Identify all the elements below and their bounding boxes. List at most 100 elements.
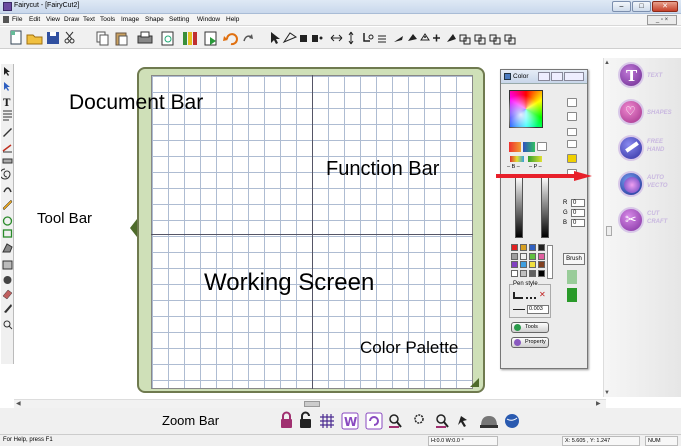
- zoom-in-icon[interactable]: [389, 414, 402, 428]
- pencil-icon[interactable]: [2, 199, 13, 211]
- node-select-icon[interactable]: [4, 82, 10, 91]
- mdi-controls[interactable]: _ ▫ ×: [647, 15, 677, 25]
- line-style-icon[interactable]: [378, 35, 386, 43]
- select-icon[interactable]: [4, 67, 10, 76]
- menu-setting[interactable]: Setting: [169, 16, 189, 23]
- unlock-icon[interactable]: [300, 411, 311, 429]
- function-bar-collapse-handle[interactable]: [606, 226, 612, 236]
- ellipse-icon[interactable]: [2, 216, 13, 226]
- cut-machine-icon[interactable]: [480, 416, 498, 428]
- color-swatch[interactable]: [520, 244, 527, 251]
- pen-tool-icon[interactable]: [3, 128, 12, 137]
- node-icon[interactable]: [312, 35, 323, 42]
- palette-maximize-button[interactable]: [551, 72, 563, 81]
- menu-tools[interactable]: Tools: [100, 16, 115, 23]
- line-tool-icon[interactable]: [2, 144, 12, 153]
- export-icon[interactable]: [204, 31, 217, 46]
- horizontal-scrollbar[interactable]: ◀ ▶: [14, 399, 606, 408]
- brush-button[interactable]: Brush: [563, 253, 585, 265]
- pen-icon[interactable]: [394, 36, 403, 42]
- print-icon[interactable]: [137, 31, 153, 44]
- swap-colors-button[interactable]: [537, 142, 547, 151]
- print-preview-icon[interactable]: [161, 31, 174, 46]
- menu-image[interactable]: Image: [121, 16, 139, 23]
- autovector-function-label[interactable]: AUTO VECTO: [647, 174, 677, 190]
- color-swatch[interactable]: [529, 244, 536, 251]
- distort-icon[interactable]: [363, 33, 374, 42]
- save-icon[interactable]: [47, 32, 59, 44]
- menu-shape[interactable]: Shape: [145, 16, 164, 23]
- color-swatch[interactable]: [529, 252, 536, 260]
- resize-corner-icon[interactable]: [470, 378, 479, 387]
- menu-edit[interactable]: Edit: [29, 16, 40, 23]
- cutcraft-function-label[interactable]: CUT CRAFT: [647, 210, 677, 226]
- zoom-fit-icon[interactable]: [414, 414, 424, 424]
- eraser-icon[interactable]: [2, 289, 13, 300]
- arrow-down-icon[interactable]: [567, 288, 577, 302]
- color-swatch[interactable]: [529, 269, 536, 277]
- swatch-scrollbar[interactable]: [547, 245, 553, 279]
- arrow-up-icon[interactable]: [567, 270, 577, 284]
- copy-icon[interactable]: [96, 31, 109, 46]
- color-swatch[interactable]: [529, 261, 536, 268]
- hook-icon[interactable]: [3, 187, 12, 193]
- collapse-arrow-icon[interactable]: [130, 219, 137, 237]
- close-button[interactable]: ✕: [652, 1, 678, 12]
- doc-menu-icon[interactable]: [3, 16, 9, 23]
- select-arrow-icon[interactable]: [271, 32, 280, 44]
- palette-tool-2-icon[interactable]: [567, 140, 577, 148]
- weld-w-icon[interactable]: W: [341, 412, 359, 430]
- redo-icon[interactable]: [243, 34, 253, 42]
- gradient-strip-1[interactable]: [510, 156, 524, 162]
- refresh-icon[interactable]: [365, 412, 383, 430]
- node-edit-icon[interactable]: [282, 32, 298, 44]
- no-line-icon[interactable]: ✕: [539, 290, 546, 299]
- freehand-function-label[interactable]: FREE HAND: [647, 138, 677, 154]
- color-swatch[interactable]: [538, 261, 545, 268]
- combine-icon[interactable]: [489, 34, 501, 45]
- grid-icon[interactable]: [320, 414, 334, 428]
- break-apart-icon[interactable]: [504, 34, 516, 45]
- color-swatch[interactable]: [538, 252, 545, 260]
- spiral-icon[interactable]: [1, 168, 11, 180]
- palette-title-bar[interactable]: Color: [501, 70, 587, 84]
- shapes-function-icon[interactable]: ♡: [618, 99, 644, 125]
- gradient-strip-2[interactable]: [528, 156, 542, 162]
- color-swatch[interactable]: [511, 269, 518, 277]
- image-icon[interactable]: [2, 260, 13, 270]
- measure-icon[interactable]: [2, 158, 13, 164]
- menu-view[interactable]: View: [46, 16, 60, 23]
- stroke-color-swatch[interactable]: [509, 142, 521, 152]
- library-icon[interactable]: [183, 32, 197, 45]
- knife-icon[interactable]: [4, 304, 12, 313]
- pen-width-field[interactable]: 0.003: [527, 305, 549, 314]
- palette-tool-1-icon[interactable]: [567, 128, 577, 136]
- weld-icon[interactable]: [3, 276, 12, 284]
- menu-draw[interactable]: Draw: [64, 16, 79, 23]
- palette-tool-3-icon[interactable]: [567, 154, 577, 163]
- text-tool-icon[interactable]: T: [3, 98, 11, 109]
- vertical-text-icon[interactable]: [3, 110, 12, 121]
- saturation-slider[interactable]: [541, 176, 549, 238]
- pan-icon[interactable]: [458, 416, 467, 427]
- menu-window[interactable]: Window: [197, 16, 220, 23]
- freehand-function-icon[interactable]: [618, 135, 644, 161]
- shapes-function-label[interactable]: SHAPES: [647, 109, 672, 117]
- color-swatch[interactable]: [520, 252, 527, 260]
- color-swatch[interactable]: [511, 252, 518, 260]
- fill-color-swatch[interactable]: [523, 142, 535, 152]
- lock-icon[interactable]: [281, 411, 292, 429]
- undo-icon[interactable]: [223, 33, 238, 46]
- group-icon[interactable]: [459, 34, 471, 45]
- dotted-line-icon[interactable]: [526, 292, 536, 299]
- palette-minimize-button[interactable]: [538, 72, 550, 81]
- color-swatch[interactable]: [511, 261, 518, 268]
- palette-close-button[interactable]: [564, 72, 584, 81]
- color-swatch[interactable]: [520, 261, 527, 268]
- brightness-slider[interactable]: [515, 176, 523, 238]
- scroll-right-icon[interactable]: ▶: [596, 400, 601, 407]
- r-value-field[interactable]: 0: [571, 199, 585, 207]
- color-swatch[interactable]: [538, 244, 545, 251]
- menu-file[interactable]: File: [12, 16, 22, 23]
- scroll-up-icon[interactable]: ▲: [604, 60, 610, 66]
